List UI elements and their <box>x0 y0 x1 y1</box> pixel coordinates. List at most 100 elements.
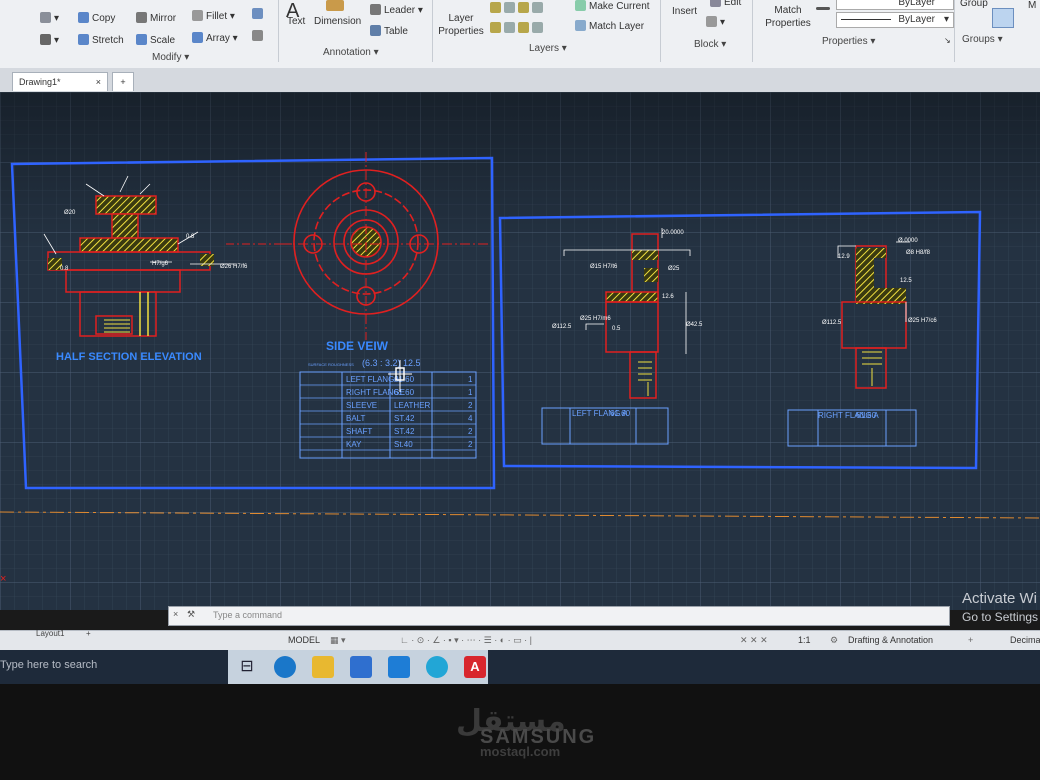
surface-values: (6.3 : 3.2) 12.5 <box>362 358 421 368</box>
lineweight-icon[interactable] <box>816 0 833 11</box>
copy-icon <box>78 12 89 23</box>
leader-icon <box>370 4 381 15</box>
mirror-button[interactable]: Mirror <box>136 12 176 24</box>
bom-cell: 2 <box>468 401 473 410</box>
bom-cell: 1 <box>468 388 473 397</box>
edge-legacy-icon[interactable] <box>274 656 296 678</box>
gear-icon[interactable]: ⚙ <box>830 635 838 646</box>
fillet-icon <box>192 10 203 21</box>
monitor-bezel: مستقل SAMSUNG mostaql.com <box>0 684 1040 780</box>
workspace-switch[interactable]: Drafting & Annotation <box>848 635 933 645</box>
svg-text:Ø20: Ø20 <box>64 210 76 216</box>
layer-properties-button[interactable]: Layer Properties <box>436 12 486 38</box>
table-button[interactable]: Table <box>370 25 408 37</box>
dimension-button[interactable]: Dimension <box>314 16 361 27</box>
close-icon[interactable]: × <box>96 73 101 91</box>
group-button[interactable]: Group <box>960 0 988 9</box>
file-tab-bar: Drawing1* × + <box>0 68 1040 92</box>
copy-button[interactable]: Copy <box>78 12 115 24</box>
array-button[interactable]: Array ▾ <box>192 32 238 44</box>
groups-group-label[interactable]: Groups ▾ <box>962 34 1003 45</box>
bom-cell: SLEEVE <box>346 401 377 410</box>
bom-cell: BALT <box>346 414 366 423</box>
file-tab-drawing1[interactable]: Drawing1* × <box>12 72 108 91</box>
block-tools-icon[interactable]: ▾ <box>706 16 725 28</box>
scale-button[interactable]: Scale <box>136 34 175 46</box>
annotation-scale-icons[interactable]: ✕ ✕ ✕ <box>740 635 768 646</box>
color-select[interactable]: ByLayer <box>836 0 954 10</box>
properties-group-label[interactable]: Properties ▾ <box>822 36 875 47</box>
command-input[interactable]: Type a command <box>213 610 282 620</box>
fillet-button[interactable]: Fillet ▾ <box>192 10 235 22</box>
dimension-label: Ø25 H7/c6 <box>908 318 937 324</box>
edge-icon[interactable] <box>426 656 448 678</box>
annotation-group-label[interactable]: Annotation ▾ <box>323 47 379 58</box>
dimension-label: Ø112.5 <box>552 324 572 330</box>
layer-tools-row2[interactable] <box>490 22 546 34</box>
grid-toggle-icon[interactable]: ▦ ▾ <box>330 635 346 646</box>
make-current-button[interactable]: Make Current <box>575 0 650 12</box>
dimension-label: 12.5 <box>900 278 912 284</box>
model-space-button[interactable]: MODEL <box>288 635 320 645</box>
group-select-icon[interactable] <box>992 8 1014 28</box>
linetype-select[interactable]: ByLayer ▾ <box>836 12 954 28</box>
layout-tab-layout1[interactable]: Layout1 <box>36 629 64 638</box>
units-display[interactable]: Decimal <box>1010 635 1040 645</box>
bom-cell: St.40 <box>394 440 413 449</box>
snap-toggles[interactable]: ∟ · ⊙ · ∠ · ▪ ▾ · ⋯ · ☰ · ◐ · ▭ · | <box>400 635 532 646</box>
file-explorer-icon[interactable] <box>312 656 334 678</box>
dimension-label: 20.0000 <box>662 230 684 236</box>
ucs-marker: × <box>0 573 6 585</box>
store-icon[interactable] <box>350 656 372 678</box>
svg-text:H7/g6: H7/g6 <box>152 261 169 267</box>
annotation-scale[interactable]: 1:1 <box>798 635 811 645</box>
move-icon[interactable]: ▾ <box>40 12 59 24</box>
bom-cell: KAY <box>346 440 362 449</box>
bom-cell: 2 <box>468 427 473 436</box>
half-section-title: HALF SECTION ELEVATION <box>56 351 202 363</box>
taskbar-search[interactable]: Type here to search <box>0 659 97 671</box>
dimension-icon[interactable] <box>326 0 347 12</box>
modify-group-label[interactable]: Modify ▾ <box>152 52 189 63</box>
mirror-icon <box>136 12 147 23</box>
bom-cell: 2 <box>468 440 473 449</box>
explode-icon[interactable] <box>252 8 266 20</box>
text-button[interactable]: Text <box>287 16 305 27</box>
dimension-label: Ø8 H8/f8 <box>906 250 931 256</box>
bom-cell: 4 <box>468 414 473 423</box>
properties-launcher-icon[interactable]: ↘ <box>944 36 951 45</box>
wrench-icon[interactable]: ⚒ <box>187 609 195 620</box>
make-current-icon <box>575 0 586 11</box>
stretch-icon <box>78 34 89 45</box>
layer-tools-row1[interactable] <box>490 2 546 14</box>
plus-icon[interactable]: + <box>968 635 973 645</box>
match-properties-button[interactable]: Match Properties <box>762 4 814 30</box>
edit-block-button[interactable]: Edit <box>710 0 741 8</box>
surface-note: SURFACE ROUGHNESS <box>308 362 354 367</box>
stretch-button[interactable]: Stretch <box>78 34 124 46</box>
task-view-icon[interactable]: ⊟ <box>236 656 258 678</box>
new-tab-button[interactable]: + <box>112 72 134 91</box>
close-icon[interactable]: × <box>173 609 178 619</box>
bom-cell: LEFT FLANGA <box>346 375 400 384</box>
dimension-label: Ø25 H7/m6 <box>580 316 611 322</box>
block-group-label[interactable]: Block ▾ <box>694 39 726 50</box>
svg-text:0.8: 0.8 <box>186 234 195 240</box>
activate-windows-subtitle: Go to Settings <box>962 610 1039 624</box>
layers-group-label[interactable]: Layers ▾ <box>529 43 567 54</box>
bom-cell: ST.42 <box>394 414 415 423</box>
bom-cell: LEATHER <box>394 401 431 410</box>
offset-icon[interactable] <box>252 30 266 42</box>
table-icon <box>370 25 381 36</box>
taskbar-apps: ⊟ A <box>228 650 488 684</box>
insert-button[interactable]: Insert <box>672 6 697 17</box>
autocad-icon[interactable]: A <box>464 656 486 678</box>
command-line[interactable]: × ⚒ Type a command <box>168 606 950 626</box>
rotate-icon[interactable]: ▾ <box>40 34 59 46</box>
leader-button[interactable]: Leader ▾ <box>370 4 423 16</box>
match-layer-icon <box>575 20 586 31</box>
match-layer-button[interactable]: Match Layer <box>575 20 644 32</box>
drawing-canvas[interactable]: Ø20 0.8 H7/g6 Ø26 H7/f6 0.8 HALF SECTION ELE… <box>0 92 1040 610</box>
mail-icon[interactable] <box>388 656 410 678</box>
add-layout-button[interactable]: + <box>86 629 91 638</box>
